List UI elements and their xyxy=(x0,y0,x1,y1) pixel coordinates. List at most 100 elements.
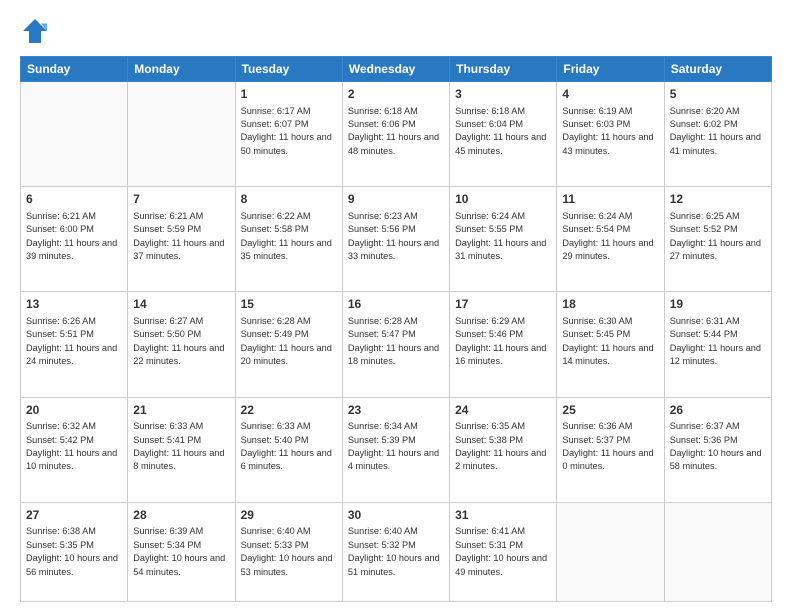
cell-content: Sunrise: 6:18 AMSunset: 6:06 PMDaylight:… xyxy=(348,105,444,158)
calendar-cell: 16 Sunrise: 6:28 AMSunset: 5:47 PMDayligh… xyxy=(342,292,449,397)
calendar-cell: 11 Sunrise: 6:24 AMSunset: 5:54 PMDayligh… xyxy=(557,187,664,292)
calendar-cell: 9 Sunrise: 6:23 AMSunset: 5:56 PMDaylight… xyxy=(342,187,449,292)
calendar-cell: 12 Sunrise: 6:25 AMSunset: 5:52 PMDayligh… xyxy=(664,187,771,292)
cell-content: Sunrise: 6:29 AMSunset: 5:46 PMDaylight:… xyxy=(455,315,551,368)
day-number: 14 xyxy=(133,296,229,313)
calendar-cell: 6 Sunrise: 6:21 AMSunset: 6:00 PMDaylight… xyxy=(21,187,128,292)
cell-content: Sunrise: 6:28 AMSunset: 5:49 PMDaylight:… xyxy=(241,315,337,368)
cell-content: Sunrise: 6:40 AMSunset: 5:32 PMDaylight:… xyxy=(348,525,444,578)
calendar-cell: 7 Sunrise: 6:21 AMSunset: 5:59 PMDaylight… xyxy=(128,187,235,292)
calendar-cell: 17 Sunrise: 6:29 AMSunset: 5:46 PMDayligh… xyxy=(450,292,557,397)
calendar-header-sunday: Sunday xyxy=(21,57,128,82)
calendar-cell: 1 Sunrise: 6:17 AMSunset: 6:07 PMDaylight… xyxy=(235,82,342,187)
calendar-cell: 27Sunrise: 6:38 AMSunset: 5:35 PMDayligh… xyxy=(21,502,128,601)
calendar-cell: 10 Sunrise: 6:24 AMSunset: 5:55 PMDayligh… xyxy=(450,187,557,292)
day-number: 15 xyxy=(241,296,337,313)
cell-content: Sunrise: 6:38 AMSunset: 5:35 PMDaylight:… xyxy=(26,525,122,578)
cell-content: Sunrise: 6:20 AMSunset: 6:02 PMDaylight:… xyxy=(670,105,766,158)
cell-content: Sunrise: 6:27 AMSunset: 5:50 PMDaylight:… xyxy=(133,315,229,368)
calendar-cell: 3 Sunrise: 6:18 AMSunset: 6:04 PMDaylight… xyxy=(450,82,557,187)
day-number: 9 xyxy=(348,191,444,208)
logo-icon xyxy=(20,16,50,46)
day-number: 3 xyxy=(455,86,551,103)
calendar-cell xyxy=(128,82,235,187)
day-number: 31 xyxy=(455,507,551,524)
day-number: 30 xyxy=(348,507,444,524)
calendar-header-wednesday: Wednesday xyxy=(342,57,449,82)
page: SundayMondayTuesdayWednesdayThursdayFrid… xyxy=(0,0,792,612)
day-number: 28 xyxy=(133,507,229,524)
day-number: 4 xyxy=(562,86,658,103)
cell-content: Sunrise: 6:21 AMSunset: 6:00 PMDaylight:… xyxy=(26,210,122,263)
day-number: 7 xyxy=(133,191,229,208)
calendar-week-row-2: 6 Sunrise: 6:21 AMSunset: 6:00 PMDaylight… xyxy=(21,187,772,292)
cell-content: Sunrise: 6:36 AMSunset: 5:37 PMDaylight:… xyxy=(562,420,658,473)
day-number: 25 xyxy=(562,402,658,419)
calendar-header-row: SundayMondayTuesdayWednesdayThursdayFrid… xyxy=(21,57,772,82)
calendar-cell: 22Sunrise: 6:33 AMSunset: 5:40 PMDayligh… xyxy=(235,397,342,502)
cell-content: Sunrise: 6:31 AMSunset: 5:44 PMDaylight:… xyxy=(670,315,766,368)
calendar-cell: 25Sunrise: 6:36 AMSunset: 5:37 PMDayligh… xyxy=(557,397,664,502)
day-number: 13 xyxy=(26,296,122,313)
day-number: 8 xyxy=(241,191,337,208)
calendar-cell: 29Sunrise: 6:40 AMSunset: 5:33 PMDayligh… xyxy=(235,502,342,601)
cell-content: Sunrise: 6:21 AMSunset: 5:59 PMDaylight:… xyxy=(133,210,229,263)
calendar-cell: 15 Sunrise: 6:28 AMSunset: 5:49 PMDayligh… xyxy=(235,292,342,397)
day-number: 16 xyxy=(348,296,444,313)
cell-content: Sunrise: 6:39 AMSunset: 5:34 PMDaylight:… xyxy=(133,525,229,578)
cell-content: Sunrise: 6:40 AMSunset: 5:33 PMDaylight:… xyxy=(241,525,337,578)
cell-content: Sunrise: 6:25 AMSunset: 5:52 PMDaylight:… xyxy=(670,210,766,263)
cell-content: Sunrise: 6:35 AMSunset: 5:38 PMDaylight:… xyxy=(455,420,551,473)
day-number: 12 xyxy=(670,191,766,208)
calendar-cell: 18Sunrise: 6:30 AMSunset: 5:45 PMDayligh… xyxy=(557,292,664,397)
calendar-cell: 21Sunrise: 6:33 AMSunset: 5:41 PMDayligh… xyxy=(128,397,235,502)
cell-content: Sunrise: 6:23 AMSunset: 5:56 PMDaylight:… xyxy=(348,210,444,263)
day-number: 6 xyxy=(26,191,122,208)
calendar-header-friday: Friday xyxy=(557,57,664,82)
day-number: 11 xyxy=(562,191,658,208)
day-number: 24 xyxy=(455,402,551,419)
calendar-header-saturday: Saturday xyxy=(664,57,771,82)
calendar-week-row-4: 20Sunrise: 6:32 AMSunset: 5:42 PMDayligh… xyxy=(21,397,772,502)
calendar-cell: 5Sunrise: 6:20 AMSunset: 6:02 PMDaylight… xyxy=(664,82,771,187)
day-number: 26 xyxy=(670,402,766,419)
cell-content: Sunrise: 6:30 AMSunset: 5:45 PMDaylight:… xyxy=(562,315,658,368)
day-number: 1 xyxy=(241,86,337,103)
calendar-week-row-1: 1 Sunrise: 6:17 AMSunset: 6:07 PMDaylight… xyxy=(21,82,772,187)
cell-content: Sunrise: 6:18 AMSunset: 6:04 PMDaylight:… xyxy=(455,105,551,158)
day-number: 17 xyxy=(455,296,551,313)
cell-content: Sunrise: 6:22 AMSunset: 5:58 PMDaylight:… xyxy=(241,210,337,263)
calendar-cell: 2 Sunrise: 6:18 AMSunset: 6:06 PMDaylight… xyxy=(342,82,449,187)
header xyxy=(20,16,772,46)
cell-content: Sunrise: 6:24 AMSunset: 5:55 PMDaylight:… xyxy=(455,210,551,263)
calendar-cell: 26Sunrise: 6:37 AMSunset: 5:36 PMDayligh… xyxy=(664,397,771,502)
cell-content: Sunrise: 6:32 AMSunset: 5:42 PMDaylight:… xyxy=(26,420,122,473)
cell-content: Sunrise: 6:41 AMSunset: 5:31 PMDaylight:… xyxy=(455,525,551,578)
cell-content: Sunrise: 6:34 AMSunset: 5:39 PMDaylight:… xyxy=(348,420,444,473)
calendar-week-row-3: 13Sunrise: 6:26 AMSunset: 5:51 PMDayligh… xyxy=(21,292,772,397)
day-number: 29 xyxy=(241,507,337,524)
calendar-table: SundayMondayTuesdayWednesdayThursdayFrid… xyxy=(20,56,772,602)
day-number: 21 xyxy=(133,402,229,419)
cell-content: Sunrise: 6:24 AMSunset: 5:54 PMDaylight:… xyxy=(562,210,658,263)
calendar-cell: 14 Sunrise: 6:27 AMSunset: 5:50 PMDayligh… xyxy=(128,292,235,397)
day-number: 27 xyxy=(26,507,122,524)
calendar-cell: 24Sunrise: 6:35 AMSunset: 5:38 PMDayligh… xyxy=(450,397,557,502)
calendar-cell xyxy=(21,82,128,187)
day-number: 23 xyxy=(348,402,444,419)
cell-content: Sunrise: 6:17 AMSunset: 6:07 PMDaylight:… xyxy=(241,105,337,158)
day-number: 19 xyxy=(670,296,766,313)
calendar-cell: 19 Sunrise: 6:31 AMSunset: 5:44 PMDayligh… xyxy=(664,292,771,397)
calendar-cell: 28Sunrise: 6:39 AMSunset: 5:34 PMDayligh… xyxy=(128,502,235,601)
calendar-header-tuesday: Tuesday xyxy=(235,57,342,82)
cell-content: Sunrise: 6:28 AMSunset: 5:47 PMDaylight:… xyxy=(348,315,444,368)
calendar-header-thursday: Thursday xyxy=(450,57,557,82)
logo xyxy=(20,16,54,46)
cell-content: Sunrise: 6:33 AMSunset: 5:41 PMDaylight:… xyxy=(133,420,229,473)
day-number: 10 xyxy=(455,191,551,208)
calendar-cell: 31Sunrise: 6:41 AMSunset: 5:31 PMDayligh… xyxy=(450,502,557,601)
calendar-cell: 13Sunrise: 6:26 AMSunset: 5:51 PMDayligh… xyxy=(21,292,128,397)
day-number: 22 xyxy=(241,402,337,419)
day-number: 2 xyxy=(348,86,444,103)
calendar-cell: 4Sunrise: 6:19 AMSunset: 6:03 PMDaylight… xyxy=(557,82,664,187)
